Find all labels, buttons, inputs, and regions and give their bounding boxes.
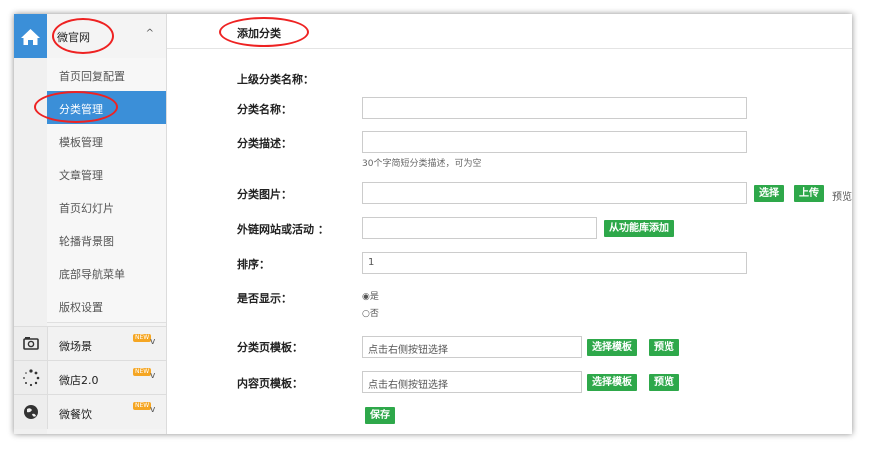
highlight-ellipse [34, 91, 118, 123]
spinner-icon [14, 361, 48, 395]
chevron-down-icon: v [150, 337, 156, 347]
radio-checked-icon: ◉ [362, 292, 370, 302]
sidebar-section-micro-scene[interactable]: 微场景 NEW v [14, 326, 166, 361]
sidebar-item-template[interactable]: 模板管理 [47, 124, 166, 158]
save-button[interactable]: 保存 [365, 407, 395, 424]
sort-label: 排序： [237, 258, 270, 271]
new-badge: NEW [133, 402, 152, 410]
category-template-label: 分类页模板： [237, 341, 303, 354]
external-link-label: 外链网站或活动 ： [237, 223, 329, 236]
category-name-input[interactable] [362, 97, 747, 119]
preview-category-template-button[interactable]: 预览 [649, 339, 679, 356]
sidebar-section-micro-dining[interactable]: 微餐饮 NEW v [14, 394, 166, 429]
show-label: 是否显示： [237, 292, 292, 305]
category-desc-label: 分类描述： [237, 137, 292, 150]
sidebar-item-label: 文章管理 [59, 169, 103, 182]
category-template-input[interactable]: 点击右侧按钮选择 [362, 336, 582, 358]
content-template-input[interactable]: 点击右侧按钮选择 [362, 371, 582, 393]
sidebar-item-bottom-nav[interactable]: 底部导航菜单 [47, 256, 166, 290]
select-image-button[interactable]: 选择 [754, 185, 784, 202]
radio-unchecked-icon: ○ [362, 309, 370, 319]
section-label: 微餐饮 [59, 408, 92, 421]
sidebar-section-micro-shop[interactable]: 微店2.0 NEW v [14, 360, 166, 395]
choose-content-template-button[interactable]: 选择模板 [587, 374, 637, 391]
sidebar-item-slides[interactable]: 首页幻灯片 [47, 190, 166, 224]
sidebar-item-home-reply[interactable]: 首页回复配置 [47, 58, 166, 92]
main-content: 添加分类 上级分类名称： 分类名称： 分类描述： 30个字简短分类描述，可为空 … [167, 14, 852, 434]
home-icon [21, 29, 40, 45]
show-no-radio[interactable]: ○否 [362, 306, 379, 319]
choose-category-template-button[interactable]: 选择模板 [587, 339, 637, 356]
camera-icon [14, 327, 48, 361]
external-link-input[interactable] [362, 217, 597, 239]
category-desc-input[interactable] [362, 131, 747, 153]
highlight-ellipse [219, 17, 309, 47]
app-window: 微官网 ^ 首页回复配置 分类管理 模板管理 文章管理 首页幻灯片 轮播背景图 … [14, 14, 852, 434]
add-from-library-button[interactable]: 从功能库添加 [604, 220, 674, 237]
chevron-down-icon: v [150, 405, 156, 415]
content-template-label: 内容页模板： [237, 377, 303, 390]
section-label: 微店2.0 [59, 374, 99, 387]
category-image-label: 分类图片： [237, 188, 292, 201]
preview-content-template-button[interactable]: 预览 [649, 374, 679, 391]
sidebar-item-label: 底部导航菜单 [59, 268, 125, 281]
new-badge: NEW [133, 334, 152, 342]
chevron-up-icon: ^ [145, 28, 154, 39]
sidebar-item-label: 版权设置 [59, 301, 103, 314]
category-image-input[interactable] [362, 182, 747, 204]
globe-icon [14, 395, 48, 429]
section-label: 微场景 [59, 340, 92, 353]
sidebar-item-articles[interactable]: 文章管理 [47, 157, 166, 191]
sort-input[interactable]: 1 [362, 252, 747, 274]
sidebar-item-label: 首页幻灯片 [59, 202, 114, 215]
highlight-ellipse [52, 18, 114, 54]
sidebar-item-label: 轮播背景图 [59, 235, 114, 248]
sidebar-item-label: 首页回复配置 [59, 70, 125, 83]
category-name-label: 分类名称： [237, 103, 292, 116]
show-yes-radio[interactable]: ◉是 [362, 289, 379, 302]
desc-hint: 30个字简短分类描述，可为空 [362, 159, 482, 169]
home-icon-tile[interactable] [14, 14, 47, 58]
sidebar-item-label: 模板管理 [59, 136, 103, 149]
radio-label: 是 [369, 292, 379, 302]
sidebar-item-carousel-bg[interactable]: 轮播背景图 [47, 223, 166, 257]
new-badge: NEW [133, 368, 152, 376]
parent-category-label: 上级分类名称： [237, 73, 314, 86]
chevron-down-icon: v [150, 371, 156, 381]
preview-image-link[interactable]: 预览 [832, 188, 852, 203]
upload-image-button[interactable]: 上传 [794, 185, 824, 202]
sidebar-item-copyright[interactable]: 版权设置 [47, 289, 166, 323]
radio-label: 否 [369, 309, 379, 319]
